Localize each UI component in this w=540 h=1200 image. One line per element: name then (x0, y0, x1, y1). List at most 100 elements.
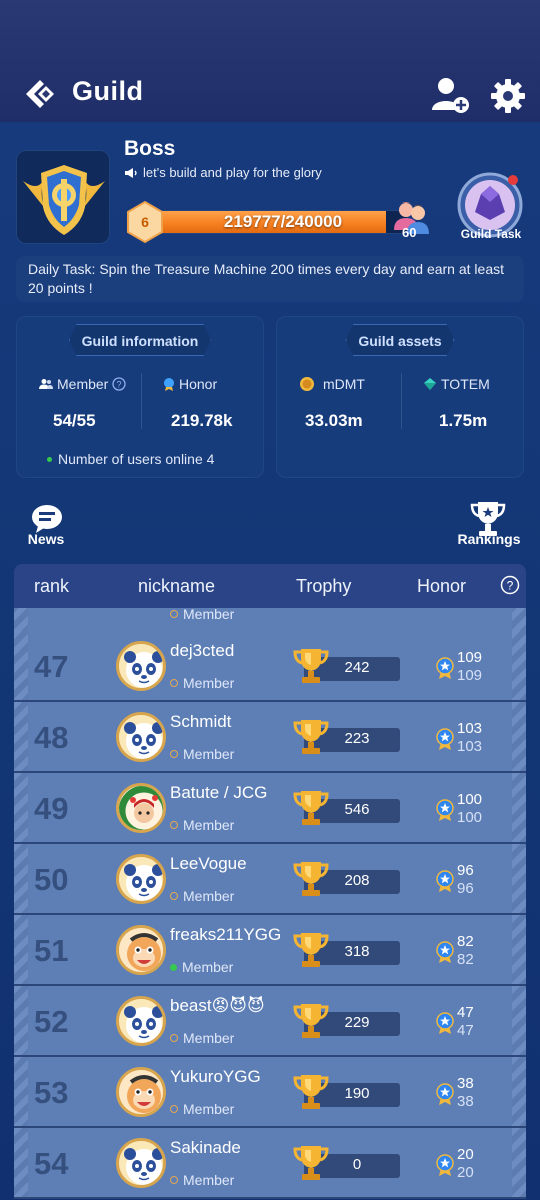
add-member-icon[interactable] (430, 76, 470, 114)
row-edge-left (14, 1057, 28, 1126)
online-dot-icon (170, 963, 177, 971)
news-label[interactable]: News (14, 531, 78, 547)
offline-ring-icon (170, 1176, 178, 1184)
online-dot-icon (47, 456, 52, 462)
row-edge-right (512, 773, 526, 842)
member-honor-secondary: 82 (457, 951, 474, 968)
member-role-text: Member (183, 608, 235, 622)
table-row[interactable]: 52 beast😡😈😈 Member 229 47 47 (14, 986, 526, 1057)
svg-text:?: ? (507, 579, 514, 593)
member-role-text: Member (183, 1030, 235, 1046)
member-role-text: Member (182, 959, 234, 975)
member-honor: 82 (457, 933, 474, 950)
guild-level: 6 (141, 214, 149, 230)
member-role: Member (170, 1030, 234, 1046)
column-trophy: Trophy (296, 576, 352, 596)
trophy-icon (293, 791, 329, 825)
member-role-text: Member (183, 1172, 235, 1188)
daily-task-banner: Daily Task: Spin the Treasure Machine 20… (16, 256, 524, 302)
rankings-label[interactable]: Rankings (450, 531, 528, 547)
member-honor-secondary: 38 (457, 1093, 474, 1110)
offline-ring-icon (170, 1105, 178, 1113)
avatar[interactable] (116, 783, 166, 833)
honor-medal-icon (436, 1154, 454, 1176)
avatar[interactable] (116, 925, 166, 975)
totem-stat-label: TOTEM (423, 376, 490, 392)
guild-xp-text: 219777/240000 (223, 212, 343, 231)
honor-medal-icon (164, 378, 174, 391)
row-edge-right (512, 1128, 526, 1197)
row-edge-right (512, 631, 526, 700)
member-table-header: rank nickname Trophy Honor (14, 564, 526, 608)
avatar[interactable] (116, 854, 166, 904)
member-honor: 20 (457, 1146, 474, 1163)
member-role-text: Member (183, 675, 235, 691)
member-rank: 50 (34, 862, 69, 897)
member-honor: 47 (457, 1004, 474, 1021)
row-edge-left (14, 631, 28, 700)
member-role: Member (170, 746, 234, 762)
guild-task-label[interactable]: Guild Task (452, 227, 530, 241)
row-edge-left (14, 986, 28, 1055)
table-row[interactable]: 53 YukuroYGG Member 190 38 38 (14, 1057, 526, 1128)
guild-assets-panel: Guild assets mDMT 33.03m TOTEM 1.75m (276, 316, 524, 478)
guild-assets-tab[interactable]: Guild assets (345, 324, 454, 356)
help-icon[interactable]: ? (112, 377, 127, 391)
member-count-badge: 60 (402, 225, 417, 240)
member-nickname: Batute / JCG (170, 783, 268, 802)
row-edge-right (512, 1057, 526, 1126)
member-nickname: dej3cted (170, 641, 235, 660)
back-icon[interactable] (22, 76, 58, 112)
avatar[interactable] (116, 1067, 166, 1117)
guild-info-tab[interactable]: Guild information (69, 324, 212, 356)
trophy-icon (293, 649, 329, 683)
honor-help-icon[interactable]: ? (500, 575, 520, 595)
online-users: Number of users online 4 (47, 451, 214, 467)
offline-ring-icon (170, 679, 178, 687)
offline-ring-icon (170, 610, 178, 618)
member-nickname: Schmidt (170, 712, 232, 731)
column-honor: Honor (417, 576, 467, 596)
table-row[interactable]: 51 freaks211YGG Member 318 82 82 (14, 915, 526, 986)
avatar[interactable] (116, 1138, 166, 1188)
trophy-icon (293, 1146, 329, 1180)
member-nickname: freaks211YGG (170, 925, 282, 944)
member-honor-secondary: 103 (457, 738, 483, 755)
member-role: Member (170, 817, 234, 833)
table-row[interactable]: 48 Schmidt Member 223 103 103 (14, 702, 526, 773)
trophy-icon (293, 1004, 329, 1038)
guild-slogan: let's build and play for the glory (124, 165, 322, 180)
avatar[interactable] (116, 641, 166, 691)
honor-value: 219.78k (171, 411, 233, 430)
member-list[interactable]: Member 47 dej3cted Member 242 109 109 48 Schmid… (14, 608, 526, 1200)
online-users-text: Number of users online 4 (58, 451, 215, 467)
row-edge-right (512, 702, 526, 771)
row-edge-left (14, 844, 28, 913)
honor-medal-icon (436, 870, 454, 892)
member-role: Member (170, 888, 234, 904)
slogan-text: let's build and play for the glory (143, 165, 322, 180)
table-row-partial[interactable]: Member (14, 608, 526, 633)
honor-medal-icon (436, 728, 454, 750)
member-rank: 54 (34, 1146, 69, 1181)
table-row[interactable]: 47 dej3cted Member 242 109 109 (14, 631, 526, 702)
guild-info-panel: Guild information Member ? 54/55 Honor 2… (16, 316, 264, 478)
honor-medal-icon (436, 1012, 454, 1034)
trophy-icon (293, 933, 329, 967)
megaphone-icon (125, 167, 137, 178)
avatar[interactable] (116, 712, 166, 762)
settings-gear-icon[interactable] (489, 77, 527, 115)
member-role: Member (170, 1172, 234, 1188)
member-honor: 109 (457, 649, 483, 666)
member-rank: 53 (34, 1075, 69, 1110)
svg-text:?: ? (117, 380, 122, 390)
avatar[interactable] (116, 996, 166, 1046)
table-row[interactable]: 49 Batute / JCG Member 546 100 100 (14, 773, 526, 844)
member-nickname: LeeVogue (170, 854, 247, 873)
row-edge-right (512, 844, 526, 913)
column-rank: rank (34, 576, 70, 596)
member-honor: 96 (457, 862, 474, 879)
table-row[interactable]: 50 LeeVogue Member 208 96 96 (14, 844, 526, 915)
table-row[interactable]: 54 Sakinade Member 0 20 20 (14, 1128, 526, 1199)
member-role-text: Member (183, 817, 235, 833)
